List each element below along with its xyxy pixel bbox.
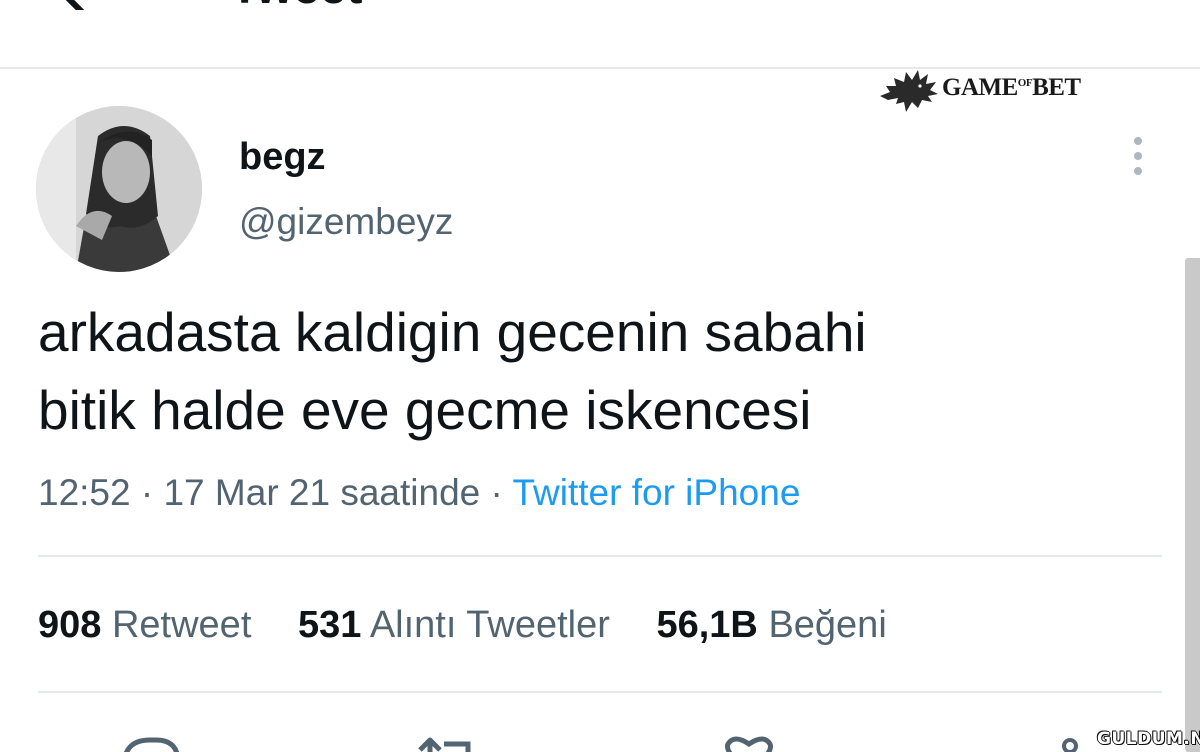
heart-icon[interactable] bbox=[714, 732, 784, 752]
divider bbox=[38, 555, 1162, 557]
tweet-date: 17 Mar 21 saatinde bbox=[163, 472, 481, 513]
meta-separator: · bbox=[490, 472, 503, 513]
reply-icon[interactable] bbox=[116, 732, 186, 752]
arrow-left-icon[interactable] bbox=[50, 0, 110, 10]
avatar-image bbox=[36, 106, 202, 272]
user-handle[interactable]: @gizembeyz bbox=[239, 201, 453, 243]
like-count[interactable]: 56,1B Beğeni bbox=[656, 604, 886, 647]
meta-separator: · bbox=[140, 472, 154, 513]
tweet-meta: 12:52 · 17 Mar 21 saatinde · Twitter for… bbox=[38, 472, 800, 514]
avatar[interactable] bbox=[36, 106, 202, 272]
tweet-detail-screen: Tweet GAMEOFBET begz @gizembeyz arkadast… bbox=[0, 0, 1200, 752]
display-name[interactable]: begz bbox=[239, 136, 326, 179]
brand-watermark: GAMEOFBET bbox=[876, 66, 1096, 114]
quote-tweet-count[interactable]: 531 Alıntı Tweetler bbox=[298, 604, 610, 647]
site-watermark: GULDUM.NET bbox=[1097, 729, 1200, 749]
tweet-time: 12:52 bbox=[38, 472, 131, 513]
scrollbar[interactable] bbox=[1185, 258, 1200, 752]
tweet-source-link[interactable]: Twitter for iPhone bbox=[512, 472, 800, 513]
page-title: Tweet bbox=[230, 0, 362, 12]
divider bbox=[38, 691, 1162, 693]
tweet-stats: 908 Retweet 531 Alıntı Tweetler 56,1B Be… bbox=[38, 604, 923, 647]
wolf-icon bbox=[880, 70, 938, 112]
tweet-text-line-2: bitik halde eve gecme iskencesi bbox=[38, 379, 812, 441]
tweet-text: arkadasta kaldigin gecenin sabahi bitik … bbox=[38, 293, 1138, 449]
more-vertical-icon[interactable] bbox=[1126, 134, 1150, 178]
retweet-count[interactable]: 908 Retweet bbox=[38, 604, 251, 647]
retweet-icon[interactable] bbox=[412, 732, 482, 752]
top-header: Tweet bbox=[0, 0, 1200, 69]
tweet-text-line-1: arkadasta kaldigin gecenin sabahi bbox=[38, 301, 867, 363]
brand-name: GAMEOFBET bbox=[942, 74, 1081, 101]
